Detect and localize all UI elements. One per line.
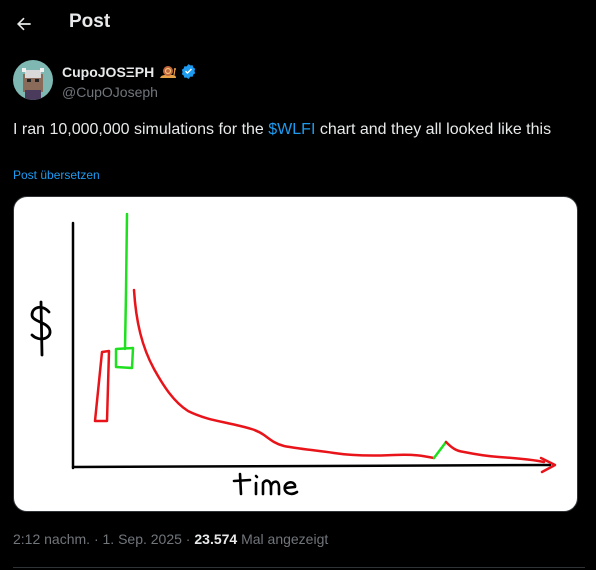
divider bbox=[13, 567, 585, 568]
x-axis bbox=[71, 463, 552, 469]
green-bump bbox=[432, 440, 448, 460]
avatar[interactable] bbox=[13, 60, 53, 100]
snail-icon bbox=[160, 65, 176, 78]
author-name[interactable]: CupoJOSΞPH bbox=[62, 64, 154, 80]
x-axis-label bbox=[232, 472, 299, 496]
media-image[interactable] bbox=[13, 196, 578, 512]
views-count: 23.574 bbox=[194, 531, 238, 547]
meta-separator: · bbox=[181, 531, 195, 547]
red-candle bbox=[93, 349, 111, 423]
verified-badge-icon bbox=[181, 64, 196, 79]
avatar-image bbox=[13, 60, 53, 100]
price-tail-line bbox=[444, 440, 546, 464]
green-candle bbox=[114, 346, 135, 370]
post-time[interactable]: 2:12 nachm. bbox=[13, 531, 90, 547]
hand-drawn-chart bbox=[30, 212, 557, 496]
author-badges bbox=[159, 63, 197, 80]
green-wick bbox=[123, 212, 129, 351]
post-meta: 2:12 nachm. · 1. Sep. 2025 · 23.574 Mal … bbox=[13, 531, 328, 547]
translate-post-link[interactable]: Post übersetzen bbox=[13, 168, 100, 182]
views-label: Mal angezeigt bbox=[237, 531, 329, 547]
author-handle[interactable]: @CupOJoseph bbox=[62, 84, 158, 100]
tweet-text: I ran 10,000,000 simulations for the $WL… bbox=[13, 118, 585, 141]
y-axis-label bbox=[30, 300, 52, 357]
top-bar: Post bbox=[0, 0, 596, 48]
cashtag-link[interactable]: $WLFI bbox=[268, 121, 315, 138]
back-button[interactable] bbox=[8, 8, 40, 40]
page-title: Post bbox=[69, 11, 111, 32]
meta-separator: · bbox=[90, 531, 103, 547]
post-date[interactable]: 1. Sep. 2025 bbox=[103, 531, 182, 547]
arrow-left-icon bbox=[17, 17, 31, 31]
tweet-text-before: I ran 10,000,000 simulations for the bbox=[13, 121, 269, 138]
tweet-text-after: chart and they all looked like this bbox=[315, 121, 552, 138]
price-decay-line bbox=[132, 288, 436, 460]
